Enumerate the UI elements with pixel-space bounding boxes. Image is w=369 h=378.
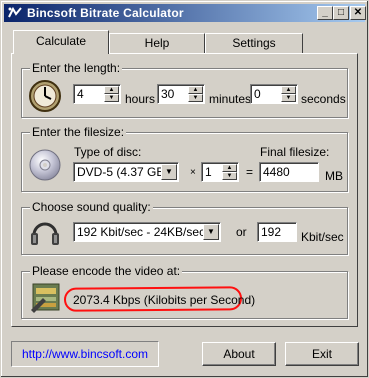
minutes-spinner[interactable]: 30 ▲ ▼: [157, 84, 205, 104]
tab-calculate[interactable]: Calculate: [13, 30, 109, 54]
seconds-label: seconds: [301, 92, 346, 106]
disc-type-select[interactable]: DVD-5 (4.37 GB) ▼: [73, 162, 179, 182]
exit-button[interactable]: Exit: [285, 342, 359, 366]
sound-quality-value: 192 Kbit/sec - 24KB/sec: [77, 225, 206, 239]
minutes-label: minutes: [209, 92, 252, 106]
about-button[interactable]: About: [202, 342, 276, 366]
website-link[interactable]: http://www.bincsoft.com: [11, 341, 159, 367]
spin-down-icon[interactable]: ▼: [281, 94, 296, 102]
custom-bitrate-value: 192: [261, 225, 282, 239]
spin-up-icon[interactable]: ▲: [222, 164, 237, 172]
hours-label: hours: [125, 92, 156, 106]
disc-type-value: DVD-5 (4.37 GB): [77, 165, 169, 179]
final-filesize-label: Final filesize:: [260, 145, 330, 159]
final-filesize-value: 4480: [263, 165, 290, 179]
title-bar[interactable]: Bincsoft Bitrate Calculator _ □ ✕: [4, 4, 366, 22]
clock-icon: [29, 80, 61, 112]
custom-bitrate-field[interactable]: 192: [257, 222, 297, 242]
filesize-group-label: Enter the filesize:: [30, 125, 127, 139]
result-value: 2073.4 Kbps (Kilobits per Second): [73, 293, 256, 307]
final-filesize-field[interactable]: 4480: [259, 162, 319, 182]
disc-type-label: Type of disc:: [74, 145, 142, 159]
tab-help[interactable]: Help: [109, 33, 205, 53]
cd-disc-icon: [29, 149, 61, 181]
equals-sign: =: [246, 165, 254, 179]
spin-down-icon[interactable]: ▼: [104, 94, 119, 102]
filesize-unit: MB: [325, 169, 343, 183]
minimize-button[interactable]: _: [317, 6, 333, 20]
window-title: Bincsoft Bitrate Calculator: [27, 6, 184, 20]
chevron-down-icon[interactable]: ▼: [203, 224, 219, 240]
minutes-value: 30: [161, 87, 175, 101]
spin-up-icon[interactable]: ▲: [188, 86, 203, 94]
disc-count-spinner[interactable]: 1 ▲ ▼: [201, 162, 239, 182]
spin-up-icon[interactable]: ▲: [104, 86, 119, 94]
main-window: Bincsoft Bitrate Calculator _ □ ✕ Calcul…: [0, 0, 369, 378]
disc-count-value: 1: [205, 165, 212, 179]
hours-value: 4: [77, 87, 84, 101]
close-button[interactable]: ✕: [350, 6, 366, 20]
spin-up-icon[interactable]: ▲: [281, 86, 296, 94]
tab-settings[interactable]: Settings: [205, 33, 303, 53]
chevron-down-icon[interactable]: ▼: [161, 164, 177, 180]
sound-unit: Kbit/sec: [301, 230, 344, 244]
spin-down-icon[interactable]: ▼: [188, 94, 203, 102]
hours-spinner[interactable]: 4 ▲ ▼: [73, 84, 121, 104]
seconds-value: 0: [254, 87, 261, 101]
multiply-sign: ×: [190, 167, 196, 178]
app-icon: [8, 6, 22, 18]
headphones-icon: [31, 222, 59, 245]
sound-group-label: Choose sound quality:: [30, 200, 153, 214]
seconds-spinner[interactable]: 0 ▲ ▼: [250, 84, 298, 104]
sound-quality-select[interactable]: 192 Kbit/sec - 24KB/sec ▼: [73, 222, 221, 242]
maximize-button[interactable]: □: [333, 6, 349, 20]
encoder-icon: [31, 283, 60, 313]
spin-down-icon[interactable]: ▼: [222, 172, 237, 180]
or-label: or: [236, 225, 247, 239]
length-group-label: Enter the length:: [30, 61, 123, 75]
result-group-label: Please encode the video at:: [30, 264, 183, 278]
